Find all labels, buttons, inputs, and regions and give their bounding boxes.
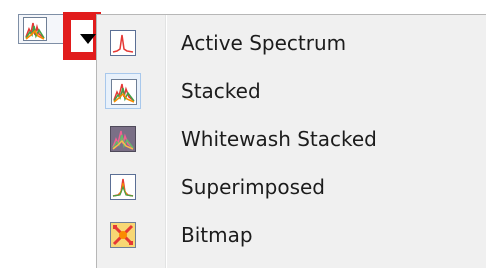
dropdown-arrow-icon[interactable] (80, 34, 96, 44)
stacked-spectrum-icon[interactable] (23, 17, 47, 41)
menu-item-label: Bitmap (181, 223, 253, 247)
menu-item-label: Superimposed (181, 175, 325, 199)
view-mode-menu: Active Spectrum Stacked Whitewash Stacke… (96, 14, 486, 268)
menu-item-whitewash-stacked[interactable]: Whitewash Stacked (97, 115, 486, 163)
menu-item-active-spectrum[interactable]: Active Spectrum (97, 19, 486, 67)
superimposed-icon (105, 169, 141, 205)
active-spectrum-icon (105, 25, 141, 61)
dropdown-arrow-area[interactable] (71, 20, 96, 52)
menu-item-superimposed[interactable]: Superimposed (97, 163, 486, 211)
stacked-spectrum-icon (105, 73, 141, 109)
menu-item-label: Whitewash Stacked (181, 127, 377, 151)
menu-item-label: Active Spectrum (181, 31, 347, 55)
whitewash-stacked-icon (105, 121, 141, 157)
menu-item-bitmap[interactable]: Bitmap (97, 211, 486, 259)
menu-item-label: Stacked (181, 79, 261, 103)
bitmap-icon (105, 217, 141, 253)
menu-item-stacked[interactable]: Stacked (97, 67, 486, 115)
